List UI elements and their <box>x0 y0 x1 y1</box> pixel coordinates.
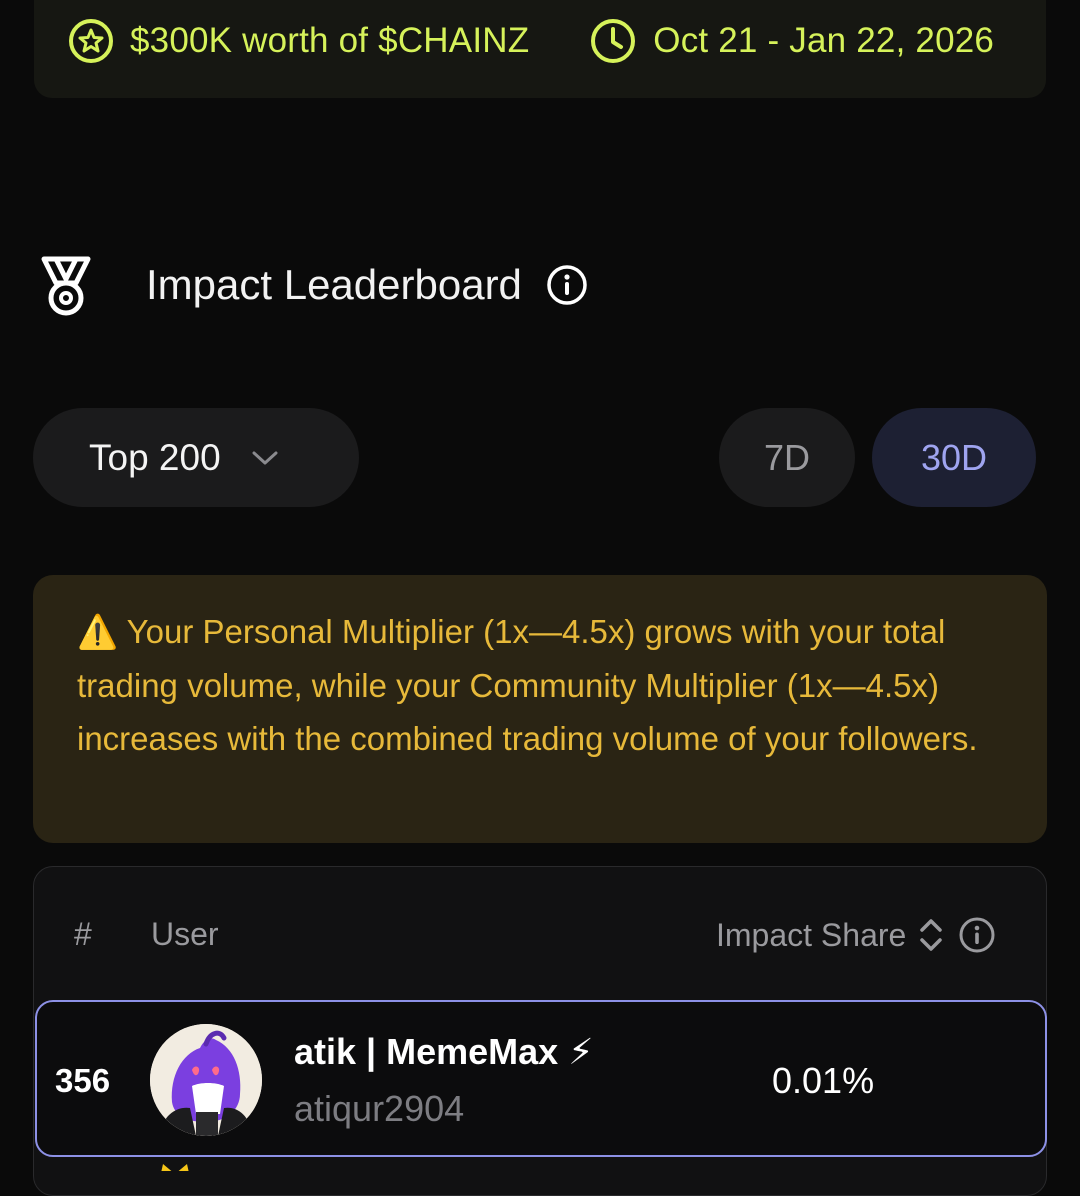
star-badge-icon <box>69 19 113 63</box>
column-header-impact-share[interactable]: Impact Share <box>716 916 996 954</box>
page-title: Impact Leaderboard <box>146 261 522 308</box>
notice-text: Your Personal Multiplier (1x—4.5x) grows… <box>77 613 978 757</box>
sort-icon[interactable] <box>918 917 944 953</box>
top-filter-label: Top 200 <box>89 436 221 478</box>
leaderboard-header: Impact Leaderboard <box>36 253 588 317</box>
medal-icon <box>41 256 91 316</box>
reward-text: $300K worth of $CHAINZ <box>130 21 530 60</box>
crown-icon <box>155 1160 195 1171</box>
user-name: atik | MemeMax <box>294 1031 559 1072</box>
avatar <box>150 1024 262 1136</box>
column-header-rank: # <box>74 916 92 952</box>
rank-value: 356 <box>55 1062 111 1099</box>
user-handle: atiqur2904 <box>294 1088 465 1129</box>
prize-info: $300K worth of $CHAINZ Oct 21 - Jan 22, … <box>68 18 994 64</box>
lightning-icon: ⚡ <box>568 1031 594 1072</box>
warning-icon: ⚠️ <box>77 613 119 650</box>
clock-icon <box>591 19 636 63</box>
period-30d-button[interactable]: 30D <box>872 408 1036 507</box>
multiplier-notice: ⚠️ Your Personal Multiplier (1x—4.5x) gr… <box>33 575 1047 843</box>
top-filter-dropdown[interactable]: Top 200 <box>33 408 359 507</box>
impact-share-label: Impact Share <box>716 916 907 953</box>
info-icon[interactable] <box>958 916 996 954</box>
info-icon[interactable] <box>546 264 588 306</box>
user-display-name: atik | MemeMax ⚡ <box>294 1031 593 1073</box>
period-7d-button[interactable]: 7D <box>719 408 855 507</box>
chevron-down-icon <box>252 451 278 464</box>
impact-share-value: 0.01% <box>772 1060 875 1101</box>
column-header-user: User <box>151 916 219 952</box>
dates-text: Oct 21 - Jan 22, 2026 <box>653 21 995 60</box>
